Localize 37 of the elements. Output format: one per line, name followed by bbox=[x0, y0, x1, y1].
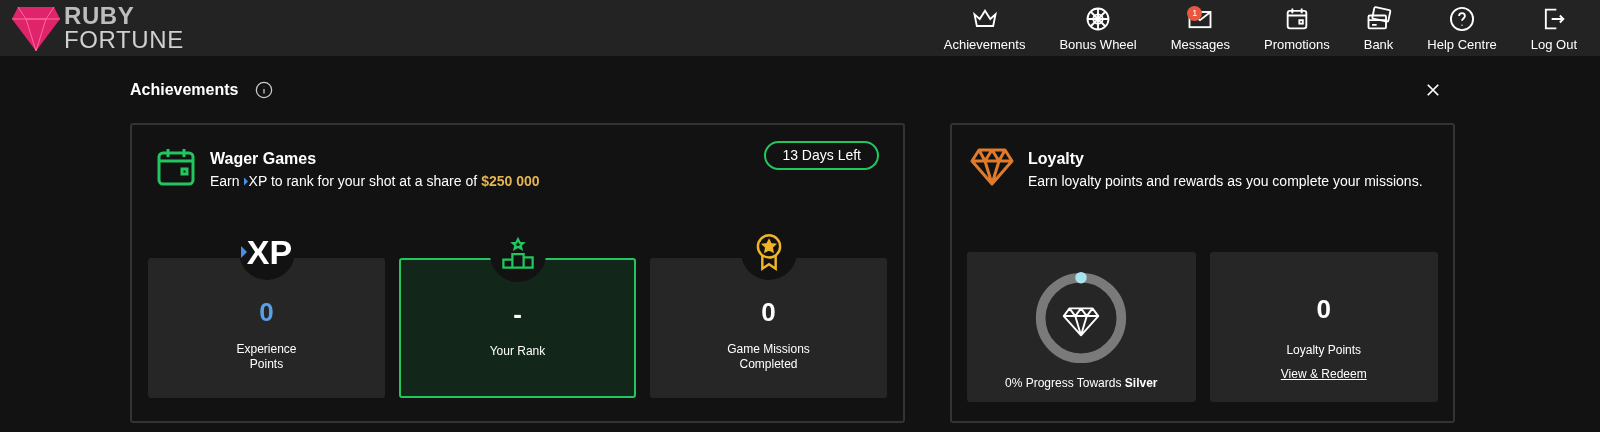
stat-value: 0 bbox=[761, 296, 776, 329]
card-subtitle: Earn loyalty points and rewards as you complete your missions. bbox=[1028, 172, 1423, 191]
nav-item[interactable]: Achievements bbox=[926, 4, 1043, 56]
logo-text: RUBY bbox=[64, 4, 136, 28]
nav-item[interactable]: Bonus Wheel bbox=[1042, 4, 1154, 56]
card-subtitle: Earn bbox=[210, 172, 240, 191]
nav-item[interactable]: Promotions bbox=[1246, 4, 1347, 56]
days-left-badge: 13 Days Left bbox=[764, 141, 879, 170]
points-value: 0 bbox=[1316, 293, 1331, 326]
view-redeem-link[interactable]: View & Redeem bbox=[1280, 365, 1367, 383]
calendar-icon bbox=[156, 147, 196, 187]
chevron-icon bbox=[243, 177, 248, 186]
card-subtitle: XP to rank for your shot at a share of bbox=[248, 172, 478, 191]
stat-value: - bbox=[513, 298, 522, 331]
ruby-icon bbox=[12, 5, 60, 51]
close-icon[interactable] bbox=[1426, 83, 1440, 97]
panel-title: Achievements bbox=[130, 80, 239, 100]
stat-value: 0 bbox=[259, 296, 274, 329]
card-title: Wager Games bbox=[210, 149, 318, 169]
card-title: Loyalty bbox=[1028, 149, 1085, 169]
nav-item[interactable]: Help Centre bbox=[1410, 4, 1514, 56]
nav-item[interactable]: Bank bbox=[1346, 4, 1411, 56]
diamond-icon bbox=[970, 147, 1014, 187]
points-label: Loyalty Points bbox=[1286, 342, 1362, 359]
nav-item[interactable]: Log Out bbox=[1513, 4, 1594, 56]
podium-icon bbox=[499, 236, 536, 272]
progress-text: 0% Progress Towards Silver bbox=[1004, 375, 1158, 392]
stat-label: Experience Points bbox=[235, 342, 298, 372]
help-icon bbox=[1448, 5, 1477, 34]
prize-amount: $250 000 bbox=[481, 172, 540, 191]
stat-label: Game Missions Completed bbox=[726, 342, 811, 372]
notification-badge: 1 bbox=[1187, 6, 1203, 21]
logo-text: FORTUNE bbox=[64, 28, 184, 52]
nav-item[interactable]: Messages 1 bbox=[1153, 4, 1247, 56]
logo[interactable]: RUBY FORTUNE bbox=[12, 4, 184, 52]
stat-label: Your Rank bbox=[488, 344, 547, 359]
info-icon[interactable] bbox=[254, 81, 273, 99]
